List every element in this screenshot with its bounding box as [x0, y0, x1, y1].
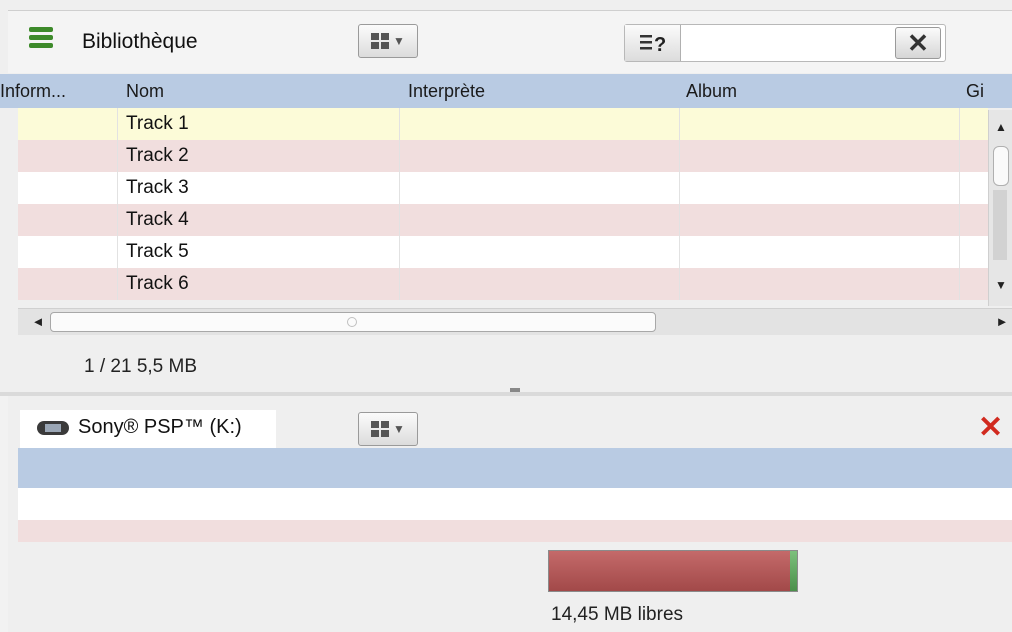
column-header-row: Inform... Nom Interprète Album Gi	[0, 74, 1012, 108]
column-header-info[interactable]: Inform...	[0, 74, 66, 108]
artist-cell	[400, 236, 680, 268]
column-header-name[interactable]: Nom	[126, 74, 164, 108]
device-list-row	[18, 520, 1012, 542]
album-cell	[680, 172, 960, 204]
svg-text:?: ?	[654, 34, 666, 55]
artist-cell	[400, 172, 680, 204]
table-row[interactable]: Track 3	[18, 172, 988, 204]
info-cell	[18, 204, 118, 236]
column-header-artist[interactable]: Interprète	[408, 74, 485, 108]
track-list: Track 1 Track 2 Track 3 Track 4 Track 5 …	[18, 108, 988, 308]
search-input[interactable]	[683, 27, 887, 59]
track-name-cell: Track 3	[118, 172, 400, 204]
vertical-scroll-track[interactable]	[993, 190, 1007, 260]
device-list-row	[18, 488, 1012, 520]
track-name-cell: Track 4	[118, 204, 400, 236]
table-row[interactable]: Track 6	[18, 268, 988, 300]
info-cell	[18, 236, 118, 268]
chevron-down-icon: ▼	[393, 34, 405, 48]
track-name-cell: Track 1	[118, 108, 400, 140]
search-box: ? ✕	[624, 24, 946, 62]
close-icon: ✕	[907, 27, 929, 58]
vertical-scrollbar[interactable]: ▲ ▼	[988, 110, 1012, 306]
device-name: Sony® PSP™ (K:)	[78, 416, 242, 438]
device-close-button[interactable]: ✕	[978, 410, 1003, 445]
search-help-icon: ?	[639, 34, 666, 55]
scroll-up-button[interactable]: ▲	[989, 116, 1012, 138]
horizontal-scrollbar[interactable]: ◄ ►	[18, 308, 1012, 335]
capacity-bar	[548, 550, 798, 592]
artist-cell	[400, 204, 680, 236]
free-space-label: 14,45 MB libres	[551, 604, 684, 625]
capacity-free-fill	[790, 551, 797, 591]
grid-view-icon	[371, 33, 390, 49]
track-name-cell: Track 5	[118, 236, 400, 268]
info-cell	[18, 140, 118, 172]
scroll-grip-icon	[347, 317, 357, 327]
library-title: Bibliothèque	[82, 30, 198, 53]
album-cell	[680, 140, 960, 172]
splitter-grip-icon[interactable]	[510, 388, 520, 392]
clear-search-button[interactable]: ✕	[895, 27, 941, 59]
track-name-cell: Track 2	[118, 140, 400, 172]
info-cell	[18, 268, 118, 300]
table-row[interactable]: Track 4	[18, 204, 988, 236]
chevron-down-icon: ▼	[393, 422, 405, 436]
horizontal-scroll-thumb[interactable]	[50, 312, 656, 332]
grid-view-icon	[371, 421, 390, 437]
scroll-left-button[interactable]: ◄	[28, 309, 48, 335]
view-mode-button[interactable]: ▼	[358, 24, 418, 58]
artist-cell	[400, 140, 680, 172]
device-view-mode-button[interactable]: ▼	[358, 412, 418, 446]
column-header-genre[interactable]: Gi	[966, 74, 984, 108]
table-row[interactable]: Track 2	[18, 140, 988, 172]
table-row[interactable]: Track 5	[18, 236, 988, 268]
info-cell	[18, 172, 118, 204]
capacity-used-fill	[549, 551, 790, 591]
vertical-scroll-thumb[interactable]	[993, 146, 1009, 186]
device-column-header-row	[18, 448, 1012, 488]
album-cell	[680, 204, 960, 236]
info-cell	[18, 108, 118, 140]
close-icon: ✕	[978, 411, 1004, 444]
search-options-button[interactable]: ?	[625, 25, 681, 61]
artist-cell	[400, 108, 680, 140]
scroll-right-button[interactable]: ►	[992, 309, 1012, 335]
scroll-down-button[interactable]: ▼	[989, 274, 1012, 296]
album-cell	[680, 268, 960, 300]
table-row[interactable]: Track 1	[18, 108, 988, 140]
track-name-cell: Track 6	[118, 268, 400, 300]
album-cell	[680, 108, 960, 140]
artist-cell	[400, 268, 680, 300]
library-status: 1 / 21 5,5 MB	[84, 356, 198, 377]
library-icon	[29, 27, 53, 48]
album-cell	[680, 236, 960, 268]
psp-device-icon	[37, 421, 69, 435]
column-header-album[interactable]: Album	[686, 74, 737, 108]
